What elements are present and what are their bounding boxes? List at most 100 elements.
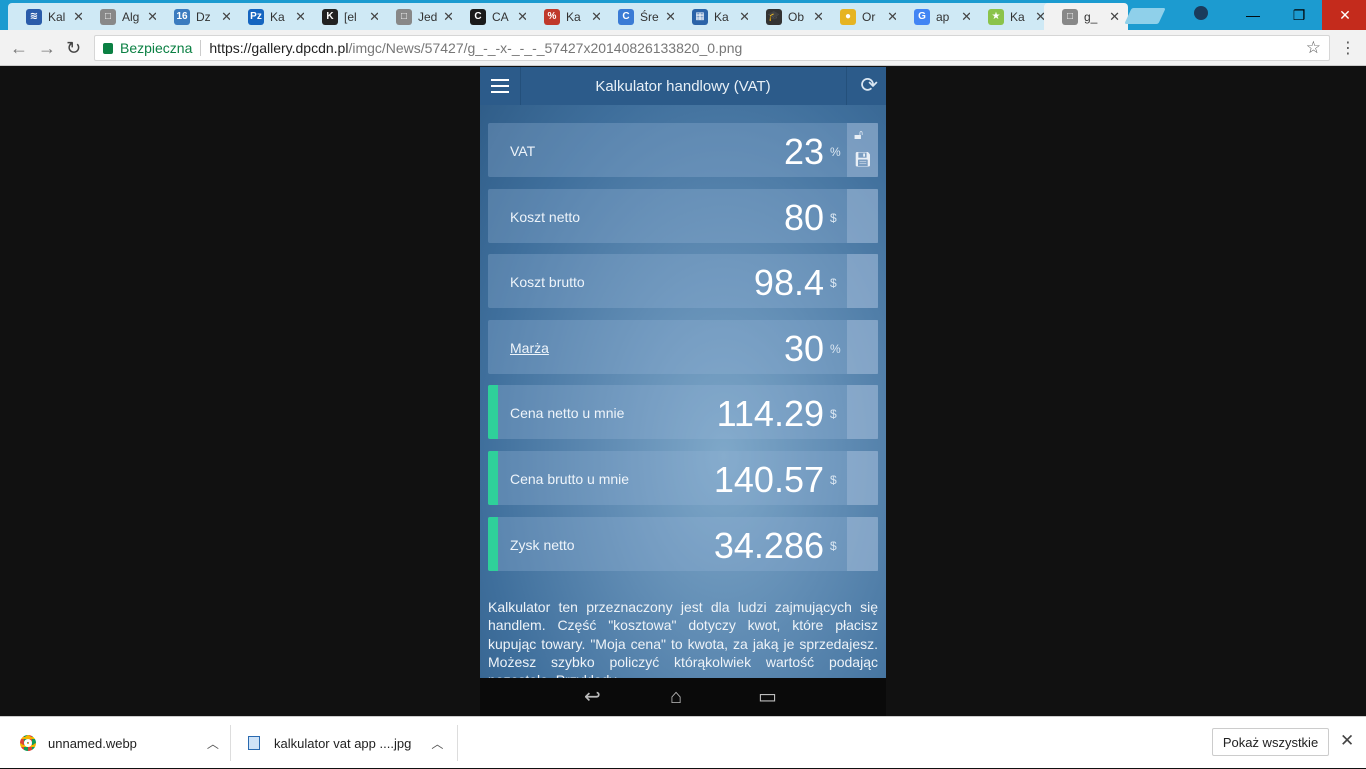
row-side-panel (847, 254, 878, 309)
new-tab-button[interactable] (1124, 8, 1166, 24)
browser-tab[interactable]: ● Or ✕ (822, 3, 906, 30)
tab-favicon-icon: % (544, 8, 560, 25)
row-side-panel (847, 188, 878, 243)
download-filename: unnamed.webp (48, 735, 137, 751)
tab-title: Dz (196, 9, 211, 24)
tab-favicon-icon: ● (840, 8, 856, 25)
url-path: /imgc/News/57427/g_-_-x-_-_-_57427x20140… (348, 40, 743, 56)
row-value[interactable]: 98.4 (754, 262, 824, 304)
restore-button[interactable]: ❐ (1276, 0, 1322, 30)
row-label: Marża (510, 339, 549, 356)
home-icon[interactable]: ⌂ (670, 687, 682, 707)
minimize-button[interactable]: — (1230, 0, 1276, 30)
bookmark-star-icon[interactable]: ☆ (1306, 38, 1321, 58)
app-screenshot: Kalkulator handlowy (VAT) ⟳ VAT 23% 🔓︎ 💾︎ Ko… (480, 67, 886, 716)
browser-tab[interactable]: C CA ✕ (452, 3, 536, 30)
browser-tab[interactable]: □ Alg ✕ (82, 3, 166, 30)
download-item[interactable]: unnamed.webp ︿ (20, 717, 219, 769)
row-value[interactable]: 30 (784, 328, 824, 370)
browser-tab[interactable]: ▦ Ka ✕ (674, 3, 758, 30)
back-icon[interactable]: ↩ (584, 687, 601, 707)
browser-menu-icon[interactable]: ⋮ (1340, 38, 1356, 58)
tab-favicon-icon: 16 (174, 8, 190, 25)
row-unit: $ (830, 538, 837, 553)
tab-title: ap (936, 9, 950, 24)
save-icon[interactable]: 💾︎ (854, 151, 872, 168)
tab-favicon-icon: ★ (988, 8, 1004, 25)
row-side-panel (847, 385, 878, 440)
chevron-up-icon[interactable]: ︿ (207, 735, 219, 752)
app-header: Kalkulator handlowy (VAT) ⟳ (480, 67, 886, 105)
tab-title: Alg (122, 9, 140, 24)
row-value[interactable]: 80 (784, 197, 824, 239)
row-unit: $ (830, 210, 837, 225)
tab-title: Ka (714, 9, 729, 24)
tab-title: g_ (1084, 9, 1098, 24)
row-label: Cena netto u mnie (510, 405, 625, 422)
browser-tab[interactable]: % Ka ✕ (526, 3, 610, 30)
browser-tab[interactable]: Gap ✕ (896, 3, 980, 30)
calc-row[interactable]: Cena brutto u mnie 140.57 $ (488, 451, 878, 505)
chevron-up-icon[interactable]: ︿ (431, 735, 443, 752)
profile-icon[interactable] (1194, 6, 1208, 20)
tab-title: Kal (48, 9, 66, 24)
calc-row[interactable]: Koszt netto 80 $ (488, 188, 878, 243)
row-value[interactable]: 23 (784, 131, 824, 173)
row-value[interactable]: 34.286 (714, 525, 824, 567)
browser-tab[interactable]: Pz Ka ✕ (230, 3, 314, 30)
browser-tab[interactable]: 16 Dz ✕ (156, 3, 240, 30)
reload-icon[interactable]: ↻ (66, 38, 81, 59)
calc-row[interactable]: VAT 23% 🔓︎ 💾︎ (488, 123, 878, 177)
download-filename: kalkulator vat app ....jpg (274, 735, 412, 751)
window-close-button[interactable]: ✕ (1322, 0, 1366, 30)
browser-tab[interactable]: K [el ✕ (304, 3, 388, 30)
lock-icon[interactable]: 🔓︎ (854, 126, 863, 143)
row-label: Cena brutto u mnie (510, 471, 630, 487)
tab-favicon-icon: □ (1062, 8, 1078, 25)
tab-title: Śre (640, 9, 659, 24)
tab-title: Ka (566, 9, 581, 24)
row-label: Zysk netto (510, 536, 575, 553)
show-all-downloads-button[interactable]: Pokaż wszystkie (1212, 728, 1329, 756)
tab-favicon-icon: Pz (248, 8, 264, 25)
row-unit: $ (830, 407, 837, 422)
calc-row[interactable]: Cena netto u mnie 114.29 $ (488, 385, 878, 440)
row-side-panel (847, 319, 878, 374)
browser-tab[interactable]: ★ Ka ✕ (970, 3, 1054, 30)
row-value[interactable]: 140.57 (714, 459, 824, 501)
forward-arrow-icon[interactable]: → (38, 38, 56, 59)
tab-favicon-icon: G (914, 8, 930, 25)
close-icon[interactable]: ✕ (1340, 731, 1354, 751)
hamburger-menu-icon[interactable] (491, 79, 509, 93)
browser-tab[interactable]: □ Jed ✕ (378, 3, 462, 30)
row-side-panel (847, 516, 878, 571)
row-side-panel (847, 451, 878, 505)
calc-row[interactable]: Koszt brutto 98.4 $ (488, 254, 878, 309)
tab-favicon-icon: □ (100, 8, 116, 25)
calc-row[interactable]: Zysk netto 34.286 $ (488, 516, 878, 571)
back-arrow-icon[interactable]: ← (10, 38, 28, 59)
url-host: https://gallery.dpcdn.pl (209, 40, 349, 56)
row-value[interactable]: 114.29 (717, 393, 824, 435)
refresh-icon[interactable]: ⟳ (860, 75, 878, 96)
download-item[interactable]: kalkulator vat app ....jpg ︿ (248, 717, 443, 769)
app-title: Kalkulator handlowy (VAT) (595, 77, 771, 95)
tab-title: CA (492, 9, 509, 24)
calc-row[interactable]: Marża 30% (488, 319, 878, 374)
browser-tab[interactable]: 🎓 Ob ✕ (748, 3, 832, 30)
address-bar[interactable]: Bezpieczna https://gallery.dpcdn.pl/imgc… (94, 35, 1330, 61)
tab-close-icon[interactable]: ✕ (1109, 9, 1120, 25)
tab-title: Ka (1010, 9, 1025, 24)
chrome-icon (20, 735, 36, 751)
tab-strip: ≋ Kal ✕ □ Alg ✕ 16 Dz ✕ Pz Ka ✕ K [el ✕ □ Jed ✕ C CA ✕% Ka ✕ C Ś… (0, 0, 1366, 30)
recent-apps-icon[interactable]: ▭ (758, 687, 777, 707)
browser-tab[interactable]: □ g_ ✕ (1044, 3, 1128, 30)
result-accent-bar (488, 451, 498, 505)
tab-favicon-icon: ▦ (692, 8, 708, 25)
row-unit: $ (830, 276, 837, 291)
tab-favicon-icon: □ (396, 8, 412, 25)
browser-tab[interactable]: ≋ Kal ✕ (8, 3, 92, 30)
row-label: Koszt netto (510, 208, 581, 225)
header-divider (846, 67, 847, 105)
browser-tab[interactable]: C Śre ✕ (600, 3, 684, 30)
